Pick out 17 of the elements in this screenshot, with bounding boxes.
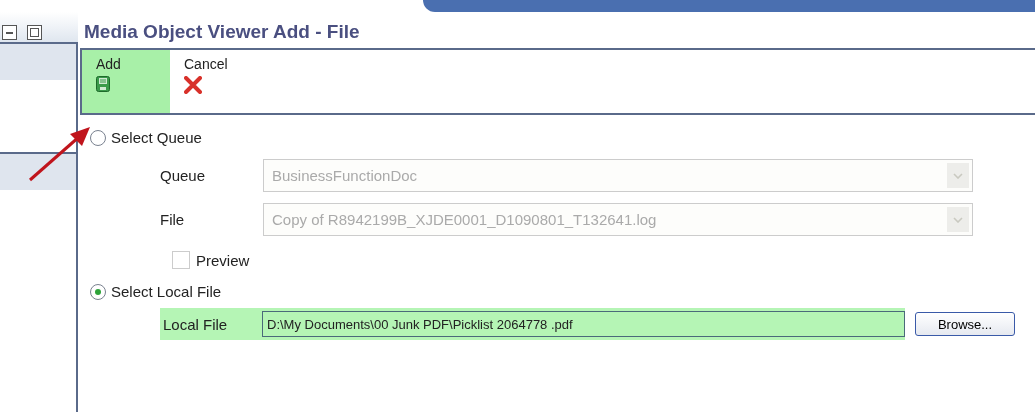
radio-label: Select Queue (111, 129, 202, 146)
cancel-button[interactable]: Cancel (170, 50, 230, 113)
radio-button[interactable] (90, 129, 106, 146)
window-title: Media Object Viewer Add - File (83, 20, 361, 44)
queue-label: Queue (160, 167, 207, 184)
checkbox-label: Preview (196, 251, 250, 269)
radio-label: Select Local File (111, 283, 222, 300)
local-file-label: Local File (163, 315, 229, 333)
file-label: File (160, 211, 186, 228)
close-icon (184, 76, 202, 94)
add-button[interactable]: Add (82, 50, 170, 113)
local-file-field[interactable]: D:\My Documents\00 Junk PDF\Picklist 2064778 .pdf (262, 311, 905, 337)
radio-button[interactable] (90, 283, 106, 300)
radio-option[interactable]: Select Queue (90, 129, 1035, 146)
minimize-icon[interactable] (2, 25, 17, 40)
maximize-icon[interactable] (27, 25, 42, 40)
browse-button[interactable]: Browse... (915, 312, 1015, 336)
